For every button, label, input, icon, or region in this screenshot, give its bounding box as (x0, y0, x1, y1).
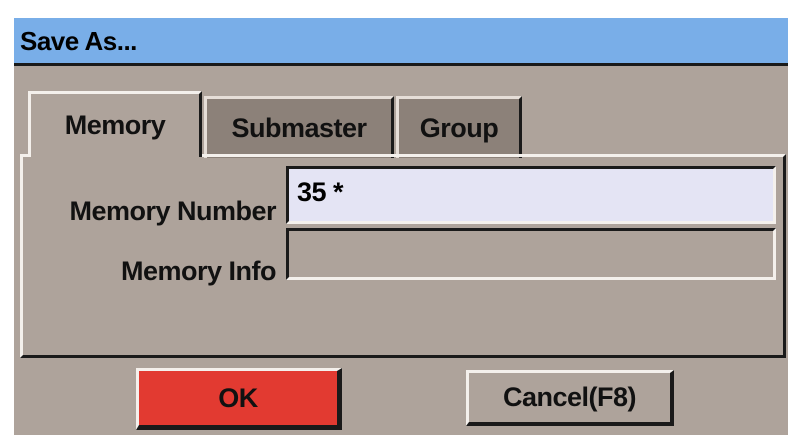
title-bar[interactable]: Save As... (14, 18, 788, 66)
tab-submaster[interactable]: Submaster (204, 96, 394, 158)
memory-number-label: Memory Number (69, 196, 276, 226)
tab-memory[interactable]: Memory (28, 91, 202, 157)
ok-button[interactable]: OK (136, 368, 342, 430)
cancel-button[interactable]: Cancel(F8) (466, 370, 674, 426)
save-as-dialog: Save As... Submaster Group Memory Memory… (14, 18, 788, 435)
tab-group[interactable]: Group (396, 96, 522, 158)
memory-info-label: Memory Info (120, 256, 277, 286)
dialog-title: Save As... (20, 26, 137, 56)
memory-info-input[interactable] (286, 228, 776, 280)
memory-number-input[interactable]: 35 * (286, 166, 776, 224)
